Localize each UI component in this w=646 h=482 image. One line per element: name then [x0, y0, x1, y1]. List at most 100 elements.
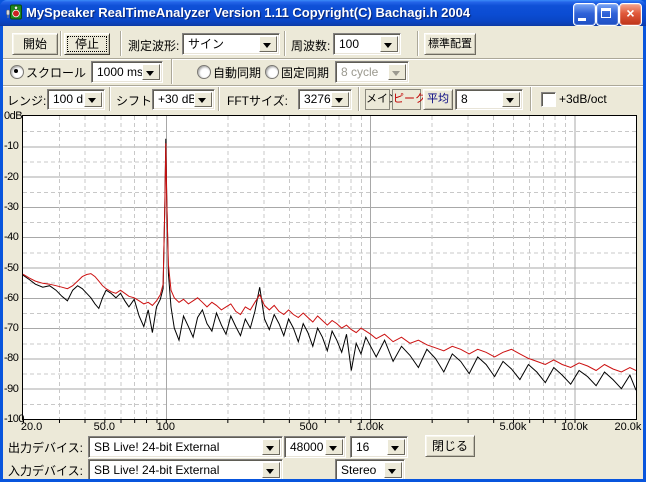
x-axis-label: 1.00k	[356, 421, 384, 433]
start-button[interactable]: 開始	[12, 33, 58, 55]
x-axis-label: 50.0	[93, 421, 116, 433]
channels-value[interactable]: Stereo	[341, 460, 386, 479]
y-axis-label: -30	[4, 200, 19, 213]
y-axis-label: -40	[4, 231, 19, 244]
chevron-down-icon[interactable]	[380, 36, 398, 52]
chevron-down-icon[interactable]	[384, 462, 402, 478]
range-label: レンジ:	[7, 94, 47, 108]
y-axis-label: -50	[4, 261, 19, 274]
output-device-label: 出力デバイス:	[8, 441, 83, 455]
samplerate-select[interactable]: 48000	[284, 436, 346, 458]
channels-select[interactable]: Stereo	[335, 459, 405, 479]
close-button[interactable]: ×	[619, 3, 642, 26]
row-separator	[3, 58, 643, 60]
standard-layout-button[interactable]: 標準配置	[424, 33, 476, 55]
peak-trace-toggle[interactable]: ピーク	[392, 89, 426, 110]
toolbar-separator	[60, 31, 62, 56]
x-axis-label: 20.0k	[614, 421, 642, 433]
scroll-interval-select[interactable]: 1000 ms	[91, 61, 163, 83]
chevron-down-icon[interactable]	[259, 36, 277, 52]
toolbar-separator	[358, 87, 360, 111]
range-value[interactable]: 100 dB	[53, 90, 86, 109]
toolbar-separator	[218, 87, 220, 111]
spectrum-svg	[22, 116, 637, 419]
scroll-radio[interactable]	[10, 65, 24, 79]
toolbar-separator	[530, 87, 532, 111]
average-count-select[interactable]: 8	[455, 89, 523, 110]
input-device-value[interactable]: SB Live! 24-bit External	[94, 460, 264, 479]
window-title: MySpeaker RealTimeAnalyzer Version 1.11 …	[26, 5, 471, 20]
y-axis-label: -70	[4, 322, 19, 335]
chevron-down-icon[interactable]	[502, 92, 520, 107]
shift-select[interactable]: +30 dB	[152, 89, 215, 110]
output-device-value[interactable]: SB Live! 24-bit External	[94, 437, 264, 457]
fixed-sync-radio[interactable]	[265, 65, 279, 79]
input-device-label: 入力デバイス:	[8, 464, 83, 478]
stop-button[interactable]: 停止	[64, 33, 110, 55]
cycle-select: 8 cycle	[335, 61, 409, 83]
input-device-select[interactable]: SB Live! 24-bit External	[88, 459, 283, 479]
chevron-down-icon[interactable]	[262, 462, 280, 478]
toolbar-separator	[417, 31, 419, 56]
plus3db-oct-checkbox[interactable]	[541, 92, 556, 107]
shift-value[interactable]: +30 dB	[158, 90, 196, 109]
frequency-label: 周波数:	[291, 39, 331, 53]
x-axis-label: 10.0k	[561, 421, 588, 433]
x-axis-label: 100	[156, 421, 175, 433]
peak-trace	[22, 143, 637, 373]
speaker-mic-icon	[6, 4, 22, 20]
y-axis-label: -10	[4, 140, 19, 153]
waveform-value[interactable]: サイン	[188, 34, 261, 54]
main-trace	[22, 138, 637, 391]
samplerate-value[interactable]: 48000	[290, 437, 327, 457]
fft-size-value[interactable]: 32768	[304, 90, 333, 109]
chevron-down-icon[interactable]	[331, 92, 349, 107]
waveform-label: 測定波形:	[128, 39, 180, 53]
bit-depth-value[interactable]: 16	[356, 437, 389, 457]
frequency-value[interactable]: 100	[339, 34, 382, 54]
chevron-down-icon[interactable]	[142, 64, 160, 80]
chevron-down-icon[interactable]	[84, 92, 102, 107]
chevron-down-icon[interactable]	[194, 92, 212, 107]
fft-size-select[interactable]: 32768	[298, 89, 352, 110]
minimize-icon	[578, 18, 586, 21]
titlebar[interactable]: MySpeaker RealTimeAnalyzer Version 1.11 …	[0, 0, 646, 26]
client-area: 開始 停止 測定波形: サイン 周波数: 100 標準配置 スクロール 1000…	[3, 26, 643, 479]
scroll-interval-value[interactable]: 1000 ms	[97, 62, 144, 82]
toolbar-separator	[109, 87, 111, 111]
cycle-value: 8 cycle	[341, 65, 379, 79]
close-icon: ×	[626, 5, 635, 21]
plus3db-oct-label: +3dB/oct	[559, 92, 607, 106]
y-axis-label: -80	[4, 352, 19, 365]
close-window-button[interactable]: 閉じる	[425, 435, 475, 457]
y-axis-label: -20	[4, 170, 19, 183]
row-separator	[3, 85, 643, 87]
maximize-button[interactable]	[596, 3, 619, 26]
shift-label: シフト:	[116, 94, 156, 108]
fft-size-label: FFTサイズ:	[227, 94, 288, 108]
frequency-select[interactable]: 100	[333, 33, 401, 55]
bit-depth-select[interactable]: 16	[350, 436, 408, 458]
chevron-down-icon	[388, 64, 406, 80]
y-axis-label: -60	[4, 291, 19, 304]
chevron-down-icon[interactable]	[387, 439, 405, 455]
average-trace-toggle[interactable]: 平均	[423, 89, 453, 110]
output-device-select[interactable]: SB Live! 24-bit External	[88, 436, 283, 458]
y-axis-label: -90	[4, 382, 19, 395]
auto-sync-radio[interactable]	[197, 65, 211, 79]
maximize-icon	[601, 8, 611, 18]
fixed-sync-label: 固定同期	[281, 66, 330, 80]
scroll-label: スクロール	[26, 66, 87, 80]
y-axis-label: 0dB	[4, 110, 23, 122]
range-select[interactable]: 100 dB	[47, 89, 105, 110]
waveform-select[interactable]: サイン	[182, 33, 280, 55]
auto-sync-label: 自動同期	[213, 66, 262, 80]
chevron-down-icon[interactable]	[325, 439, 343, 455]
spectrum-plot	[22, 115, 637, 420]
x-axis-label: 500	[299, 421, 318, 433]
minimize-button[interactable]	[573, 3, 596, 26]
main-trace-toggle[interactable]: メイン	[365, 89, 399, 110]
x-axis-label: 5.00k	[499, 421, 527, 433]
average-count-value[interactable]: 8	[461, 90, 504, 109]
chevron-down-icon[interactable]	[262, 439, 280, 455]
